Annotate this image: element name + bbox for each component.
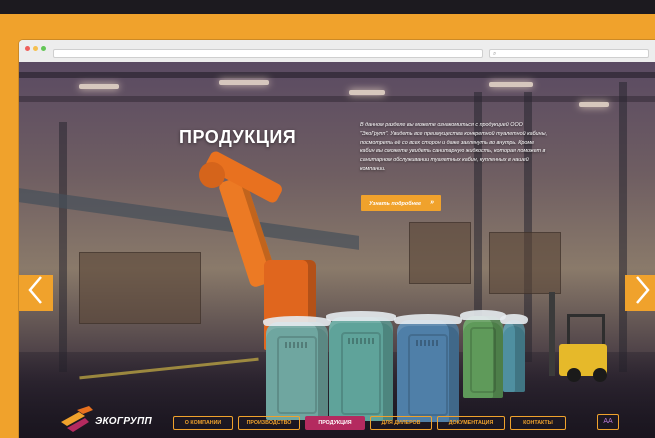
address-bar[interactable] bbox=[53, 49, 483, 58]
learn-more-label: Узнать подробнее bbox=[369, 201, 422, 207]
ecogroup-logo-icon bbox=[61, 406, 93, 432]
browser-window: ⌕ ПРОДУКЦИЯ В данном разделе вы можете о… bbox=[19, 40, 655, 438]
nav-item-dealers[interactable]: ДЛЯ ДИЛЕРОВ bbox=[370, 416, 432, 430]
minimize-window-icon[interactable] bbox=[33, 46, 38, 51]
maximize-window-icon[interactable] bbox=[41, 46, 46, 51]
page-title: ПРОДУКЦИЯ bbox=[179, 127, 297, 147]
main-navigation: ЭКОГРУПП О КОМПАНИИ ПРОИЗВОДСТВО ПРОДУКЦ… bbox=[19, 402, 655, 438]
font-size-toggle-button[interactable]: AA bbox=[597, 414, 619, 430]
nav-menu: О КОМПАНИИ ПРОИЗВОДСТВО ПРОДУКЦИЯ ДЛЯ ДИ… bbox=[173, 416, 566, 430]
slider-prev-button[interactable] bbox=[19, 275, 53, 311]
nav-item-products[interactable]: ПРОДУКЦИЯ bbox=[305, 416, 365, 430]
browser-toolbar: ⌕ bbox=[19, 40, 655, 63]
search-icon: ⌕ bbox=[493, 51, 497, 57]
nav-item-documentation[interactable]: ДОКУМЕНТАЦИЯ bbox=[437, 416, 505, 430]
hero-slider: ПРОДУКЦИЯ В данном разделе вы можете озн… bbox=[19, 62, 655, 438]
top-band bbox=[0, 0, 655, 14]
slider-next-button[interactable] bbox=[625, 275, 655, 311]
section-description: В данном разделе вы можете ознакомиться … bbox=[360, 122, 548, 172]
nav-item-contacts[interactable]: КОНТАКТЫ bbox=[510, 416, 566, 430]
chevron-right-icon bbox=[636, 276, 650, 304]
browser-search-field[interactable]: ⌕ bbox=[489, 49, 649, 58]
factory-background-image bbox=[19, 62, 655, 438]
double-chevron-right-icon: » bbox=[430, 199, 434, 206]
chevron-left-icon bbox=[28, 276, 42, 304]
nav-item-about[interactable]: О КОМПАНИИ bbox=[173, 416, 233, 430]
learn-more-button[interactable]: Узнать подробнее » bbox=[361, 195, 441, 211]
company-logo[interactable]: ЭКОГРУПП bbox=[59, 406, 159, 434]
nav-item-production[interactable]: ПРОИЗВОДСТВО bbox=[238, 416, 300, 430]
logo-text: ЭКОГРУПП bbox=[95, 416, 152, 427]
close-window-icon[interactable] bbox=[25, 46, 30, 51]
